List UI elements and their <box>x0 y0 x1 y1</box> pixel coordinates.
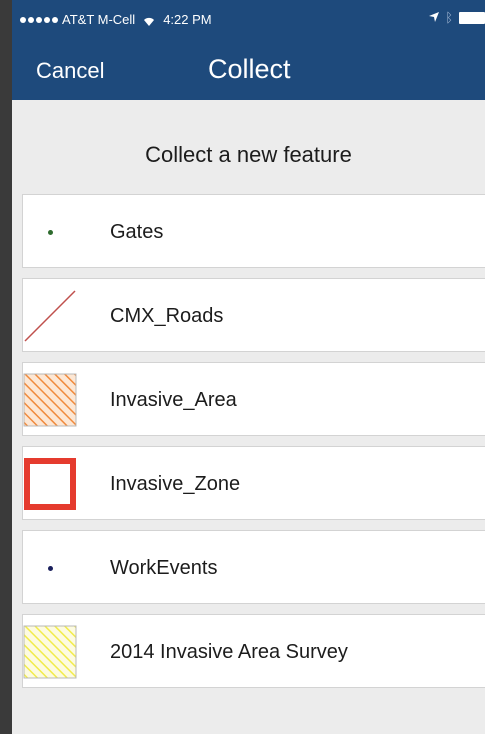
section-title: Collect a new feature <box>145 142 352 167</box>
outlined-polygon-icon <box>23 457 77 511</box>
feature-label: Gates <box>110 221 164 243</box>
feature-row-2014-invasive-area-survey[interactable]: 2014 Invasive Area Survey <box>22 614 485 688</box>
status-left: AT&T M-Cell 4:22 PM <box>20 12 212 27</box>
line-symbol-icon <box>23 289 77 343</box>
feature-label: WorkEvents <box>110 557 218 579</box>
feature-label: Invasive_Area <box>110 389 237 411</box>
feature-label: CMX_Roads <box>110 305 224 327</box>
bluetooth-icon: ᛒ <box>445 10 453 25</box>
time-label: 4:22 PM <box>163 12 212 27</box>
point-symbol-icon <box>23 205 77 259</box>
nav-bar: Cancel Collect <box>12 44 485 100</box>
feature-row-cmx-roads[interactable]: CMX_Roads <box>22 278 485 352</box>
feature-row-workevents[interactable]: WorkEvents <box>22 530 485 604</box>
nav-title: Collect <box>208 54 291 84</box>
point-symbol-icon <box>23 541 77 595</box>
cancel-button[interactable]: Cancel <box>36 58 104 84</box>
wifi-icon <box>143 15 155 26</box>
hatched-polygon-icon <box>23 625 77 679</box>
phone-screen: AT&T M-Cell 4:22 PM ᛒ Cancel Collect Col… <box>12 0 485 734</box>
status-right: ᛒ <box>429 10 485 25</box>
feature-row-gates[interactable]: Gates <box>22 194 485 268</box>
carrier-label: AT&T M-Cell <box>62 12 136 27</box>
signal-dots-icon <box>20 16 58 23</box>
feature-row-invasive-area[interactable]: Invasive_Area <box>22 362 485 436</box>
feature-label: 2014 Invasive Area Survey <box>110 641 348 663</box>
status-bar: AT&T M-Cell 4:22 PM ᛒ <box>12 0 485 44</box>
battery-icon <box>459 11 485 24</box>
feature-label: Invasive_Zone <box>110 473 241 495</box>
feature-row-invasive-zone[interactable]: Invasive_Zone <box>22 446 485 520</box>
location-arrow-icon <box>429 10 440 25</box>
hatched-polygon-icon <box>23 373 77 427</box>
